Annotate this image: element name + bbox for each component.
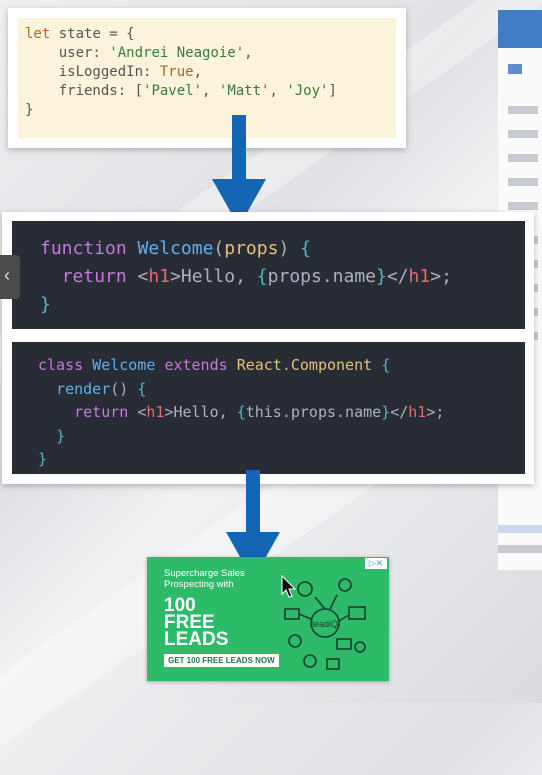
code-line: render() { bbox=[56, 379, 147, 398]
ad-choices-icon[interactable]: ▷✕ bbox=[365, 558, 387, 569]
sidebar-header bbox=[498, 10, 542, 48]
sidebar-item bbox=[508, 64, 522, 74]
sidebar-item bbox=[498, 545, 542, 553]
prev-slide-button[interactable]: ‹ bbox=[0, 255, 20, 299]
sidebar-item bbox=[498, 525, 542, 533]
function-component-code: function Welcome(props) { return <h1>Hel… bbox=[12, 221, 525, 329]
code-line: } bbox=[40, 294, 51, 315]
component-code-panel: function Welcome(props) { return <h1>Hel… bbox=[2, 212, 534, 484]
chevron-left-icon: ‹ bbox=[4, 265, 10, 285]
ad-headline: 100 FREE LEADS bbox=[164, 596, 244, 650]
ad-cta-button[interactable]: GET 100 FREE LEADS NOW bbox=[164, 654, 279, 667]
code-line: let state = { bbox=[25, 26, 135, 42]
sidebar-item bbox=[508, 154, 538, 162]
state-object-card: let state = { user: 'Andrei Neagoie', is… bbox=[8, 8, 406, 148]
function-code-text: function Welcome(props) { return <h1>Hel… bbox=[40, 235, 452, 319]
ad-subtitle: Supercharge Sales Prospecting with bbox=[164, 568, 245, 590]
code-line: user: 'Andrei Neagoie', bbox=[25, 45, 253, 61]
sidebar-item bbox=[508, 202, 538, 210]
code-line: } bbox=[38, 450, 48, 468]
ad-headline-line: LEADS bbox=[164, 629, 229, 650]
class-component-code: class Welcome extends React.Component { … bbox=[12, 342, 525, 474]
code-line: function Welcome(props) { bbox=[40, 238, 311, 259]
code-line: } bbox=[56, 426, 66, 445]
state-code-block: let state = { user: 'Andrei Neagoie', is… bbox=[25, 25, 337, 120]
sidebar-item bbox=[508, 106, 538, 114]
code-line: friends: ['Pavel', 'Matt', 'Joy'] bbox=[25, 83, 337, 99]
code-line: isLoggedIn: True, bbox=[25, 64, 203, 80]
down-arrow-icon bbox=[212, 115, 266, 227]
code-line: } bbox=[25, 102, 34, 118]
advertisement-banner[interactable]: Supercharge Sales Prospecting with 100 F… bbox=[147, 557, 389, 681]
code-line: class Welcome extends React.Component { bbox=[38, 356, 391, 374]
class-code-text: class Welcome extends React.Component { … bbox=[38, 354, 444, 472]
ad-brand: leadiQ bbox=[312, 619, 338, 629]
sidebar-item bbox=[508, 178, 538, 186]
code-line: return <h1>Hello, {props.name}</h1>; bbox=[61, 266, 452, 287]
sidebar-item bbox=[508, 130, 538, 138]
code-line: return <h1>Hello, {this.props.name}</h1>… bbox=[74, 403, 445, 421]
mouse-cursor-icon bbox=[281, 575, 297, 598]
